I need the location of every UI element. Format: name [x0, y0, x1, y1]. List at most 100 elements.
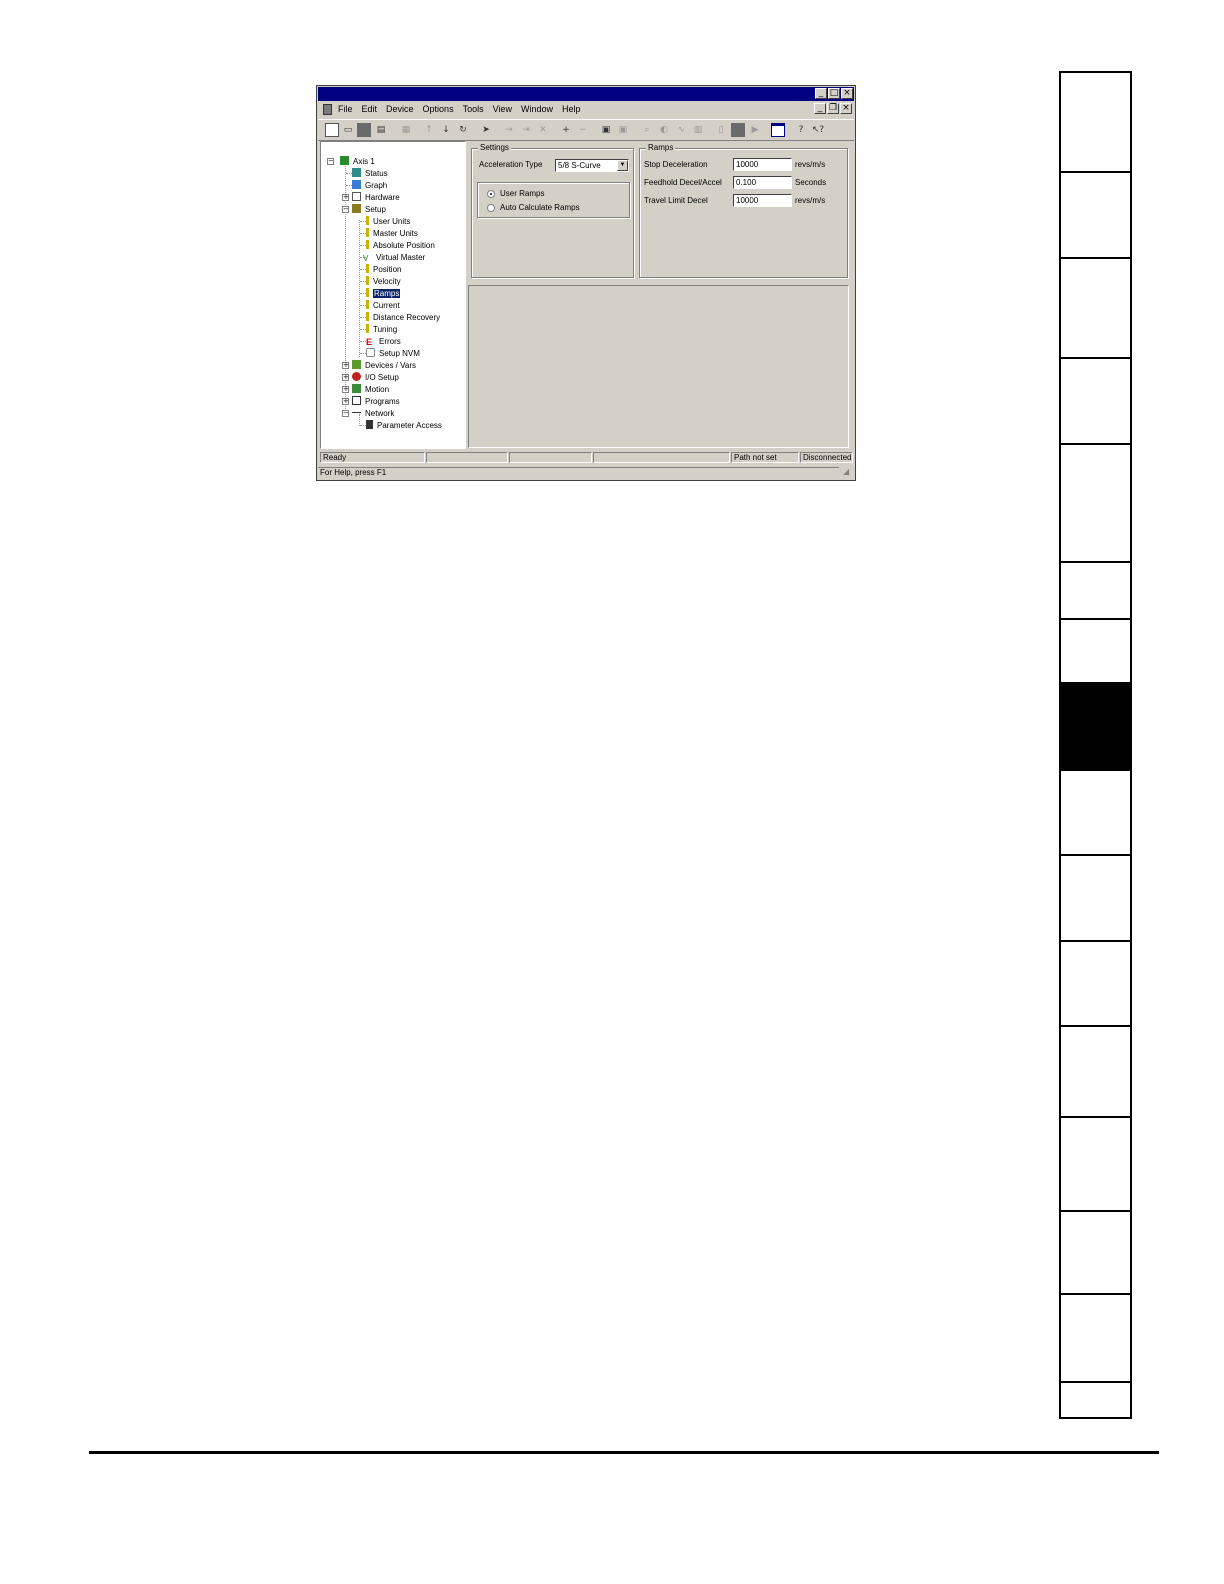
menu-edit[interactable]: Edit	[362, 104, 378, 114]
title-bar[interactable]: _ □ ×	[318, 87, 854, 101]
parameter-icon	[366, 264, 369, 273]
tree-item-virtual-master[interactable]: V Virtual Master	[363, 252, 425, 263]
feedhold-input[interactable]: 0.100	[733, 176, 792, 189]
print-icon[interactable]: ▤	[374, 123, 388, 137]
menu-help[interactable]: Help	[562, 104, 581, 114]
monitor-icon	[352, 168, 361, 177]
expand-icon[interactable]: +	[342, 398, 349, 405]
stop-deceleration-unit: revs/m/s	[795, 160, 826, 169]
parameter-icon	[366, 300, 369, 309]
step-over-icon[interactable]: ⇥	[519, 123, 533, 137]
close-icon[interactable]: ×	[841, 88, 853, 99]
run-icon[interactable]: ▶	[748, 123, 762, 137]
compare-icon[interactable]: ↻	[456, 123, 470, 137]
tree-item-programs[interactable]: Programs	[352, 396, 400, 407]
resize-grip-icon[interactable]: ◢	[841, 467, 854, 478]
add-icon[interactable]: +	[559, 123, 573, 137]
window-icon[interactable]	[771, 123, 785, 137]
cut-icon[interactable]: ▣	[599, 123, 613, 137]
tree-item-motion[interactable]: Motion	[352, 384, 389, 395]
auto-calculate-ramps-label[interactable]: Auto Calculate Ramps	[500, 203, 580, 213]
menu-tools[interactable]: Tools	[463, 104, 484, 114]
section-tab	[1061, 259, 1130, 359]
context-help-icon[interactable]: ↖?	[811, 123, 825, 137]
tree-item-user-units[interactable]: User Units	[366, 216, 410, 227]
watch-icon[interactable]: ◐	[657, 123, 671, 137]
download-icon[interactable]: ↓	[439, 123, 453, 137]
menu-options[interactable]: Options	[423, 104, 454, 114]
scope-icon[interactable]: ∿	[674, 123, 688, 137]
navigation-tree[interactable]: − Axis 1 Status Graph + Hardware − Setup…	[320, 141, 466, 449]
parameter-icon	[366, 240, 369, 249]
section-tab	[1061, 173, 1130, 259]
tree-item-master-units[interactable]: Master Units	[366, 228, 418, 239]
menu-view[interactable]: View	[493, 104, 512, 114]
document-icon[interactable]	[323, 104, 332, 115]
tree-item-network[interactable]: Network	[352, 408, 394, 419]
child-restore-icon[interactable]: ❐	[827, 103, 839, 114]
stop-deceleration-input[interactable]: 10000	[733, 158, 792, 171]
user-ramps-label[interactable]: User Ramps	[500, 189, 544, 199]
devices-icon	[352, 360, 361, 369]
expand-icon[interactable]: +	[342, 194, 349, 201]
chevron-down-icon[interactable]: ▼	[617, 160, 628, 171]
tree-item-absolute-position[interactable]: Absolute Position	[366, 240, 435, 251]
travel-limit-decel-input[interactable]: 10000	[733, 194, 792, 207]
child-close-icon[interactable]: ×	[840, 103, 852, 114]
tree-item-position[interactable]: Position	[366, 264, 401, 275]
tree-item-distance-recovery[interactable]: Distance Recovery	[366, 312, 440, 323]
maximize-icon[interactable]: □	[828, 88, 840, 99]
status-panel-4	[593, 452, 730, 463]
status-path: Path not set	[731, 452, 799, 463]
open-icon[interactable]: ▭	[341, 123, 355, 137]
collapse-icon[interactable]: −	[342, 410, 349, 417]
properties-icon[interactable]: ▦	[399, 123, 413, 137]
stop-drive-icon[interactable]	[731, 123, 745, 137]
expand-icon[interactable]: +	[342, 362, 349, 369]
new-icon[interactable]	[325, 123, 339, 137]
tree-item-setup[interactable]: Setup	[352, 204, 386, 215]
upload-icon[interactable]: ↑	[422, 123, 436, 137]
acceleration-type-label: Acceleration Type	[479, 160, 543, 169]
step-icon[interactable]: →	[502, 123, 516, 137]
stop-icon[interactable]: ✕	[536, 123, 550, 137]
parameter-icon	[366, 276, 369, 285]
tree-item-setup-nvm[interactable]: Setup NVM	[366, 348, 420, 359]
menu-window[interactable]: Window	[521, 104, 553, 114]
section-tab	[1061, 445, 1130, 563]
tree-item-devices-vars[interactable]: Devices / Vars	[352, 360, 416, 371]
copy-icon[interactable]: ▣	[616, 123, 630, 137]
zoom-icon[interactable]: ⌕	[640, 123, 654, 137]
axis-icon	[340, 156, 349, 165]
expand-icon[interactable]: +	[342, 374, 349, 381]
tree-item-ramps[interactable]: Ramps	[366, 288, 401, 299]
remove-icon[interactable]: −	[576, 123, 590, 137]
drive-icon[interactable]: ▯	[714, 123, 728, 137]
expand-icon[interactable]: +	[342, 386, 349, 393]
tree-item-graph[interactable]: Graph	[352, 180, 387, 191]
tree-item-tuning[interactable]: Tuning	[366, 324, 397, 335]
auto-calculate-ramps-radio[interactable]	[487, 204, 495, 212]
tree-item-io-setup[interactable]: I/O Setup	[352, 372, 399, 383]
tree-item-status[interactable]: Status	[352, 168, 388, 179]
trace-icon[interactable]: ▥	[691, 123, 705, 137]
collapse-icon[interactable]: −	[327, 158, 334, 165]
child-minimize-icon[interactable]: _	[814, 103, 826, 114]
tree-item-current[interactable]: Current	[366, 300, 400, 311]
help-icon[interactable]: ?	[794, 123, 808, 137]
user-ramps-radio[interactable]	[487, 190, 495, 198]
cursor-icon[interactable]: ➤	[479, 123, 493, 137]
tree-item-hardware[interactable]: Hardware	[352, 192, 400, 203]
settings-legend: Settings	[478, 143, 511, 153]
collapse-icon[interactable]: −	[342, 206, 349, 213]
tree-item-parameter-access[interactable]: Parameter Access	[366, 420, 442, 431]
minimize-icon[interactable]: _	[815, 88, 827, 99]
parameter-icon	[366, 288, 369, 297]
tree-item-axis-1[interactable]: Axis 1	[340, 156, 375, 167]
tree-item-errors[interactable]: E Errors	[366, 336, 401, 347]
tree-item-velocity[interactable]: Velocity	[366, 276, 401, 287]
acceleration-type-select[interactable]: 5/8 S-Curve ▼	[555, 159, 629, 172]
menu-file[interactable]: File	[338, 104, 353, 114]
menu-device[interactable]: Device	[386, 104, 414, 114]
save-icon[interactable]	[357, 123, 371, 137]
